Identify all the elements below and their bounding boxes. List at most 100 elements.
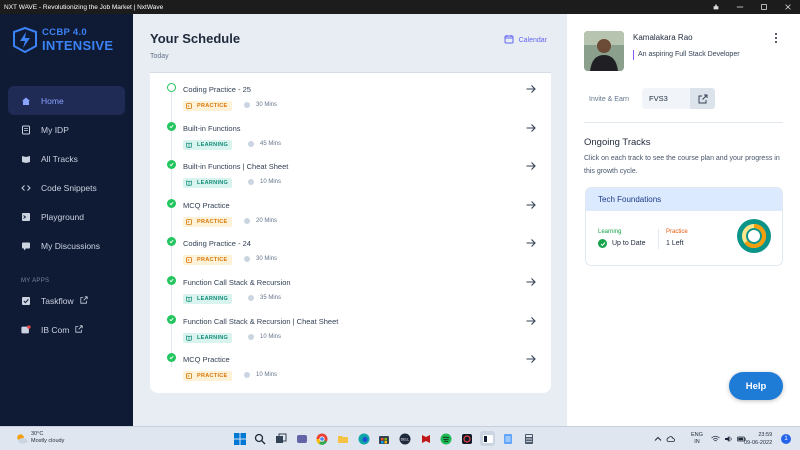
discussion-icon	[21, 241, 31, 251]
schedule-item[interactable]: Function Call Stack & Recursion | Cheat …	[150, 309, 551, 347]
arrow-right-icon[interactable]	[525, 237, 537, 249]
book-icon	[186, 142, 192, 148]
calendar-button[interactable]: Calendar	[504, 34, 547, 46]
sidebar-item-ib-com[interactable]: IB Com	[8, 315, 125, 344]
system-tray: ENG IN	[653, 432, 750, 446]
taskflow-icon	[21, 296, 31, 306]
type-badge: LEARNING	[183, 139, 233, 150]
arrow-right-icon[interactable]	[525, 353, 537, 365]
learning-label: Learning	[598, 229, 622, 235]
ibcom-icon	[21, 324, 31, 335]
ccbp-logo[interactable]: CCBP 4.0 INTENSIVE	[11, 26, 113, 54]
close-button[interactable]	[776, 0, 800, 14]
schedule-item[interactable]: Coding Practice - 25 PRACTICE 30 Mins	[150, 77, 551, 115]
sidebar-item-playground[interactable]: Playground	[8, 202, 125, 231]
sidebar-item-label: All Tracks	[41, 153, 78, 164]
track-card-tech-foundations[interactable]: Tech Foundations Learning Up to Date Pra…	[585, 187, 783, 266]
sidebar-item-my-idp[interactable]: My IDP	[8, 115, 125, 144]
schedule-item-title: Coding Practice - 24	[183, 239, 251, 249]
sidebar-item-my-discussions[interactable]: My Discussions	[8, 231, 125, 260]
book-icon	[186, 335, 192, 341]
clock-icon	[248, 179, 254, 186]
schedule-item[interactable]: MCQ Practice PRACTICE 20 Mins	[150, 193, 551, 231]
photos-icon[interactable]	[460, 431, 475, 446]
store-icon[interactable]	[377, 431, 392, 446]
mcafee-icon[interactable]	[418, 431, 433, 446]
schedule-item-title: MCQ Practice	[183, 355, 230, 365]
more-options-icon[interactable]	[774, 32, 778, 44]
invite-code[interactable]: FVS3	[642, 88, 690, 109]
arrow-right-icon[interactable]	[525, 160, 537, 172]
wifi-icon[interactable]	[711, 435, 720, 444]
task-view-icon[interactable]	[273, 431, 288, 446]
sidebar-item-label: My Discussions	[41, 240, 101, 251]
volume-icon[interactable]	[724, 435, 733, 444]
dell-icon[interactable]: DELL	[398, 431, 413, 446]
duration: 45 Mins	[248, 140, 281, 147]
avatar[interactable]	[584, 31, 624, 71]
learning-value: Up to Date	[612, 240, 646, 247]
clock-icon	[244, 372, 250, 379]
language-indicator[interactable]: ENG IN	[691, 432, 703, 446]
external-link-icon	[79, 295, 88, 306]
clock-icon	[244, 217, 250, 224]
file-explorer-icon[interactable]	[335, 431, 350, 446]
spotify-icon[interactable]	[439, 431, 454, 446]
arrow-right-icon[interactable]	[525, 122, 537, 134]
schedule-item[interactable]: Built-in Functions LEARNING 45 Mins	[150, 116, 551, 154]
calendar-label: Calendar	[518, 36, 547, 44]
schedule-item-title: Built-in Functions | Cheat Sheet	[183, 162, 289, 172]
schedule-item[interactable]: MCQ Practice PRACTICE 10 Mins	[150, 347, 551, 385]
schedule-item[interactable]: Built-in Functions | Cheat Sheet LEARNING…	[150, 154, 551, 192]
calculator-icon[interactable]	[522, 431, 537, 446]
arrow-right-icon[interactable]	[525, 199, 537, 211]
help-button[interactable]: Help	[729, 372, 783, 400]
notepad-icon[interactable]	[501, 431, 516, 446]
maximize-button[interactable]	[752, 0, 776, 14]
chevron-up-icon[interactable]	[653, 435, 662, 444]
windows-start-icon[interactable]	[232, 431, 247, 446]
book-icon	[21, 154, 31, 164]
window-title-bar: NXT WAVE - Revolutionizing the Job Marke…	[0, 0, 800, 14]
practice-label: Practice	[666, 229, 688, 235]
sidebar-item-home[interactable]: Home	[8, 86, 125, 115]
sidebar-item-taskflow[interactable]: Taskflow	[8, 286, 125, 315]
extensions-icon[interactable]	[704, 0, 728, 14]
notification-badge[interactable]: 1	[781, 434, 791, 444]
nxtwave-app-icon[interactable]	[480, 431, 496, 446]
minimize-button[interactable]	[728, 0, 752, 14]
weather-temp: 30°C	[31, 431, 44, 437]
schedule-item-title: Function Call Stack & Recursion | Cheat …	[183, 316, 339, 326]
schedule-subtitle: Today	[150, 53, 169, 60]
check-icon	[598, 239, 607, 248]
practice-value: 1 Left	[666, 240, 684, 247]
type-badge: LEARNING	[183, 332, 233, 343]
progress-ring-icon	[737, 219, 771, 253]
sidebar-item-all-tracks[interactable]: All Tracks	[8, 144, 125, 173]
duration: 10 Mins	[248, 333, 281, 340]
edge-icon[interactable]	[356, 431, 371, 446]
arrow-right-icon[interactable]	[525, 83, 537, 95]
arrow-right-icon[interactable]	[525, 315, 537, 327]
schedule-item[interactable]: Function Call Stack & Recursion LEARNING 3…	[150, 270, 551, 308]
weather-widget[interactable]: 30°C Mostly cloudy	[15, 431, 64, 445]
sidebar-apps: Taskflow IB Com	[8, 286, 125, 344]
share-invite-button[interactable]	[690, 88, 715, 109]
code-practice-icon	[186, 257, 192, 264]
cloud-icon[interactable]	[666, 435, 675, 444]
completed-check-icon	[167, 121, 176, 131]
terminal-icon	[21, 212, 31, 222]
user-name: Kamalakara Rao	[633, 33, 693, 42]
duration: 20 Mins	[244, 217, 277, 224]
taskbar-clock[interactable]: 23:59 09-06-2022	[744, 431, 772, 447]
sidebar-item-label: Code Snippets	[41, 182, 97, 193]
code-practice-icon	[186, 373, 192, 380]
search-icon[interactable]	[253, 431, 268, 446]
arrow-right-icon[interactable]	[525, 276, 537, 288]
sidebar-item-code-snippets[interactable]: Code Snippets	[8, 173, 125, 202]
schedule-panel: Your Schedule Today Calendar Coding Prac…	[133, 14, 567, 426]
chrome-icon[interactable]	[315, 431, 330, 446]
teams-chat-icon[interactable]	[294, 431, 309, 446]
completed-check-icon	[167, 314, 176, 324]
schedule-item[interactable]: Coding Practice - 24 PRACTICE 30 Mins	[150, 231, 551, 269]
